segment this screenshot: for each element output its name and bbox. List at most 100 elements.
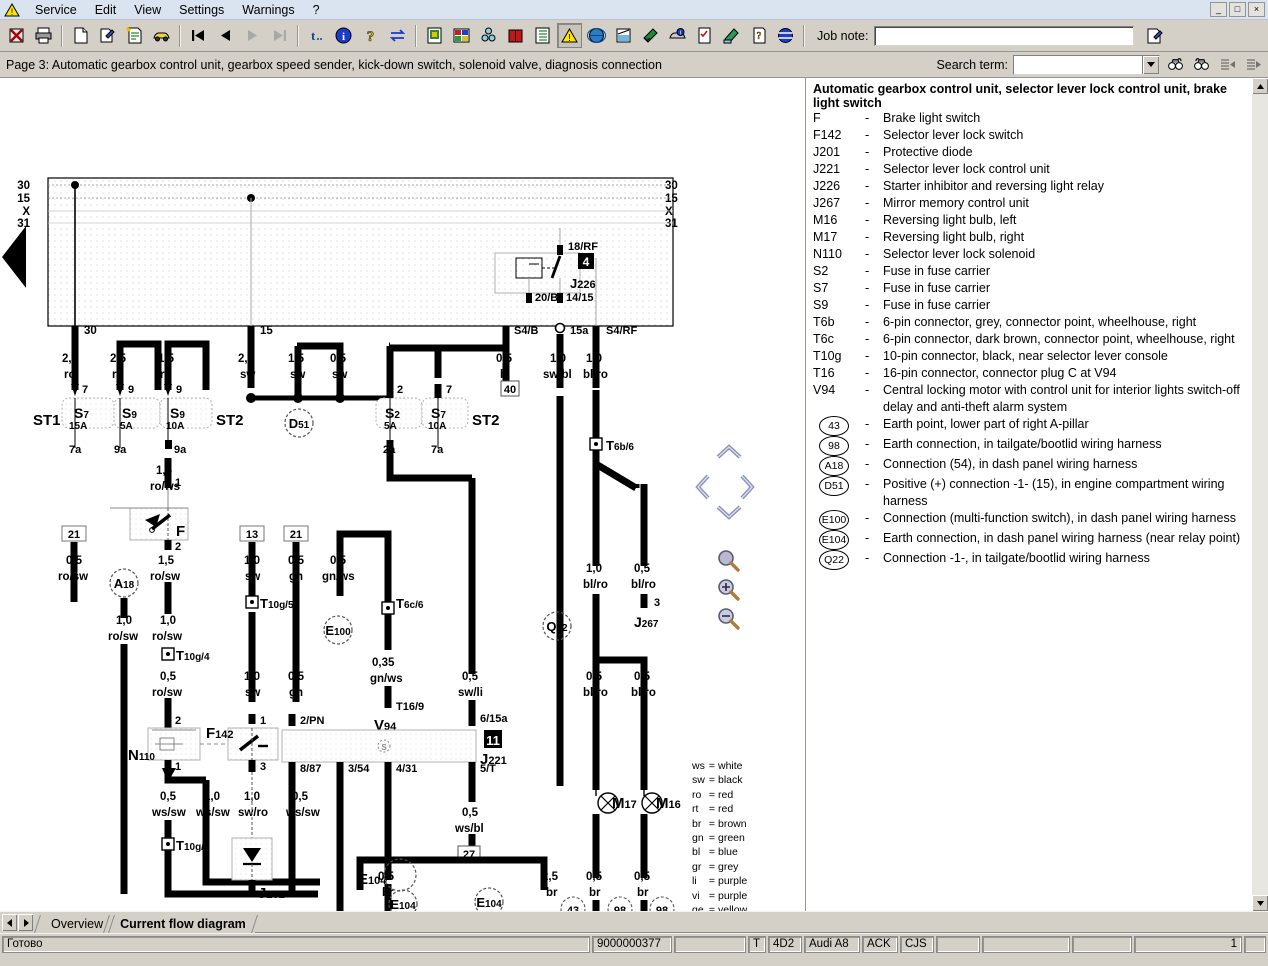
svg-text:30: 30 [17, 180, 30, 192]
scroll-up-button[interactable] [1252, 78, 1268, 94]
legend-symbol-text: Connection -1-, in tailgate/bootlid wiri… [883, 551, 1150, 565]
pan-right-icon[interactable] [738, 473, 756, 504]
colour-chart-icon[interactable] [449, 23, 474, 48]
search-forward-icon[interactable] [1164, 53, 1186, 76]
swap-icon[interactable] [385, 23, 410, 48]
legend-panel[interactable]: Automatic gearbox control unit, selector… [806, 78, 1268, 911]
new-document-icon[interactable] [68, 23, 93, 48]
vehicle-test-icon[interactable]: i [665, 23, 690, 48]
first-page-icon[interactable] [186, 23, 211, 48]
svg-text:0,5: 0,5 [288, 671, 305, 683]
network-icon[interactable] [773, 23, 798, 48]
legend-entry-text: Reversing light bulb, left [883, 213, 1017, 227]
svg-text:0,5: 0,5 [160, 791, 177, 803]
menu-item-service[interactable]: Service [26, 1, 86, 19]
svg-text:S: S [381, 743, 387, 752]
marker-icon[interactable] [719, 23, 744, 48]
menu-item-help[interactable]: ? [304, 1, 329, 19]
svg-text:8/87: 8/87 [300, 763, 321, 775]
legend-scrollbar[interactable] [1252, 78, 1268, 911]
warning-icon[interactable]: ! [557, 23, 582, 48]
svg-text:15A: 15A [69, 421, 87, 432]
exit-icon[interactable] [4, 23, 29, 48]
menu-item-settings[interactable]: Settings [170, 1, 233, 19]
search-input[interactable] [1014, 55, 1142, 74]
colour-key-abbr: vi [692, 889, 700, 902]
legend-symbol-circle: Q22 [813, 550, 865, 570]
search-combobox[interactable] [1013, 54, 1160, 75]
scroll-down-button[interactable] [1252, 895, 1268, 911]
pan-up-icon[interactable] [715, 443, 743, 464]
svg-text:1,5: 1,5 [288, 353, 305, 365]
info-icon[interactable]: i [331, 23, 356, 48]
previous-result-icon[interactable] [1216, 53, 1238, 76]
tab-current-flow-diagram[interactable]: Current flow diagram [103, 915, 258, 933]
tab-prev-icon[interactable] [2, 914, 17, 931]
svg-text:ws/sw: ws/sw [195, 807, 230, 819]
legend-entry-code: J201 [813, 145, 841, 159]
zoom-reset-icon[interactable] [716, 548, 742, 577]
pan-left-icon[interactable] [694, 473, 712, 504]
connector-symbol-icon: 98 [819, 436, 849, 456]
new-note-icon[interactable] [122, 23, 147, 48]
svg-text:1,0: 1,0 [244, 671, 260, 683]
colour-key-row: rt = red [692, 802, 752, 816]
job-note-input[interactable] [874, 25, 1135, 46]
svg-text:2: 2 [175, 715, 181, 727]
table-icon[interactable] [530, 23, 555, 48]
manual-icon[interactable] [503, 23, 528, 48]
svg-text:T10g/5: T10g/5 [260, 596, 294, 611]
colour-key-abbr: bl [692, 846, 701, 859]
menu-item-view[interactable]: View [125, 1, 170, 19]
tab-overview[interactable]: Overview [34, 915, 116, 933]
svg-text:ST2: ST2 [216, 412, 244, 429]
last-page-icon[interactable] [267, 23, 292, 48]
menu-item-warnings[interactable]: Warnings [233, 1, 303, 19]
menu-item-edit[interactable]: Edit [86, 1, 126, 19]
svg-text:7a: 7a [69, 444, 82, 456]
search-backward-icon[interactable] [1190, 53, 1212, 76]
close-button[interactable]: × [1248, 2, 1265, 17]
svg-text:J267: J267 [634, 614, 659, 630]
vehicle-icon[interactable] [149, 23, 174, 48]
svg-text:gn/ws: gn/ws [370, 673, 403, 685]
connector-symbol-icon: D51 [819, 476, 849, 496]
zoom-out-icon[interactable] [716, 606, 742, 635]
checklist-icon[interactable] [692, 23, 717, 48]
maximize-button[interactable]: □ [1229, 2, 1246, 17]
print-icon[interactable] [31, 23, 56, 48]
relay-positions-icon[interactable] [476, 23, 501, 48]
svg-text:31: 31 [17, 218, 30, 230]
status-document-id: 9000000377 [592, 935, 672, 953]
globe-icon[interactable] [584, 23, 609, 48]
fuse-icon[interactable] [638, 23, 663, 48]
legend-entry-code: F [813, 111, 821, 125]
technical-data-icon[interactable]: t [304, 23, 329, 48]
edit-document-icon[interactable] [95, 23, 120, 48]
legend-symbol-dash: - [865, 551, 870, 565]
help-icon[interactable]: ? [358, 23, 383, 48]
legend-entry-code: T16 [813, 366, 835, 380]
legend-entry: J267 - Mirror memory control unit [813, 195, 1252, 212]
job-note-label: Job note: [817, 28, 869, 43]
legend-entry-dash: - [865, 111, 870, 125]
next-result-icon[interactable] [1242, 53, 1264, 76]
measure-icon[interactable] [611, 23, 636, 48]
minimize-button[interactable]: _ [1210, 2, 1227, 17]
legend-symbol-entry: 43 - Earth point, lower part of right A-pi… [813, 416, 1252, 436]
current-flow-diagram[interactable]: 30 15 X 31 30 15 X 31 30 15 18/RF 4 J226… [0, 78, 806, 911]
pan-down-icon[interactable] [715, 503, 743, 524]
svg-text:bl/ro: bl/ro [631, 579, 656, 591]
legend-entry-code: J221 [813, 162, 841, 176]
chevron-down-icon[interactable] [1142, 55, 1159, 74]
help-note-icon[interactable]: ? [746, 23, 771, 48]
tab-next-icon[interactable] [18, 914, 33, 931]
svg-text:2,5: 2,5 [238, 353, 255, 365]
next-page-icon[interactable] [240, 23, 265, 48]
svg-text:21: 21 [68, 529, 80, 541]
component-list-icon[interactable] [422, 23, 447, 48]
legend-entry-dash: - [865, 332, 870, 346]
previous-page-icon[interactable] [213, 23, 238, 48]
zoom-in-icon[interactable] [716, 577, 742, 606]
note-edit-icon[interactable] [1142, 23, 1168, 48]
